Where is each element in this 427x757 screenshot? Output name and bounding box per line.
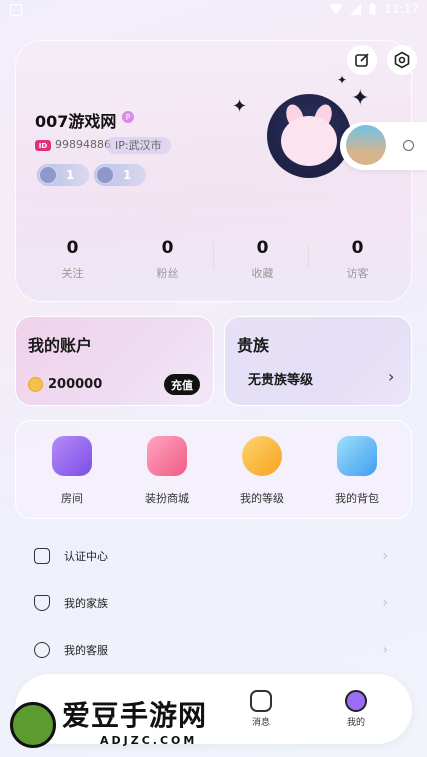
edit-icon <box>355 53 369 67</box>
charm-badge-value: 1 <box>123 168 132 182</box>
edit-profile-button[interactable] <box>347 45 377 75</box>
message-icon <box>250 690 272 712</box>
noble-card[interactable] <box>224 316 412 406</box>
menu-label: 认证中心 <box>64 550 108 563</box>
feature-label: 装扮商城 <box>145 492 189 505</box>
charm-badge[interactable]: 1 <box>94 164 146 186</box>
status-time: 11:17 <box>384 2 419 16</box>
notification-icon <box>10 4 22 16</box>
star-badge-icon <box>242 436 282 476</box>
status-bar: 11:17 <box>0 0 427 20</box>
stat-value: 0 <box>66 238 79 258</box>
menu-item-support[interactable]: 我的客服 › <box>34 638 394 662</box>
watermark-subtitle: ADJZC.COM <box>100 734 198 747</box>
settings-button[interactable] <box>387 45 417 75</box>
menu-item-family[interactable]: 我的家族 › <box>34 591 394 615</box>
chevron-right-icon: › <box>382 548 388 564</box>
charm-badge-icon <box>95 165 115 185</box>
sparkle-icon: ✦ <box>351 86 370 111</box>
stat-label: 粉丝 <box>156 267 179 280</box>
vip-icon: P <box>122 111 134 123</box>
power-icon[interactable] <box>403 140 414 151</box>
verification-icon <box>34 548 50 564</box>
account-title: 我的账户 <box>28 336 93 355</box>
tab-mine[interactable]: 我的 <box>331 690 381 728</box>
recharge-button[interactable]: 充值 <box>164 374 200 395</box>
stat-visitors[interactable]: 0 访客 <box>310 238 405 281</box>
gear-icon <box>394 51 410 69</box>
stat-following[interactable]: 0 关注 <box>25 238 120 281</box>
noble-title: 贵族 <box>237 336 270 355</box>
room-icon <box>52 436 92 476</box>
feature-shop[interactable]: 装扮商城 <box>132 430 202 506</box>
signal-icon <box>350 3 362 15</box>
feature-level[interactable]: 我的等级 <box>227 430 297 506</box>
id-tag: ID <box>35 140 51 151</box>
user-id: 99894886 <box>55 138 111 151</box>
stat-fans[interactable]: 0 粉丝 <box>120 238 215 281</box>
watermark-title: 爱豆手游网 <box>62 699 208 732</box>
shield-icon <box>34 595 50 611</box>
chevron-right-icon: › <box>388 367 395 386</box>
wifi-icon <box>330 3 343 14</box>
tab-label: 我的 <box>346 718 365 728</box>
stat-label: 访客 <box>346 267 369 280</box>
battery-icon <box>369 3 376 15</box>
avatar[interactable] <box>267 94 351 178</box>
chevron-right-icon: › <box>382 642 388 658</box>
stat-value: 0 <box>256 238 269 258</box>
floating-room-avatar[interactable] <box>346 125 386 165</box>
level-badge-icon <box>38 165 58 185</box>
divider <box>213 243 214 269</box>
stat-label: 关注 <box>61 267 84 280</box>
coin-balance: 200000 <box>48 377 103 392</box>
level-badge[interactable]: 1 <box>37 164 89 186</box>
sparkle-icon: ✦ <box>337 73 348 87</box>
menu-label: 我的家族 <box>64 597 108 610</box>
menu-item-verification[interactable]: 认证中心 › <box>34 544 394 568</box>
watermark: 爱豆手游网 ADJZC.COM <box>8 692 248 754</box>
stat-value: 0 <box>161 238 174 258</box>
menu-label: 我的客服 <box>64 644 108 657</box>
feature-backpack[interactable]: 我的背包 <box>322 430 392 506</box>
profile-icon <box>345 690 367 712</box>
stats-row: 0 关注 0 粉丝 0 收藏 0 访客 <box>25 238 405 281</box>
stat-favorites[interactable]: 0 收藏 <box>215 238 310 281</box>
stat-label: 收藏 <box>251 267 274 280</box>
feature-label: 房间 <box>61 492 83 505</box>
watermark-logo-icon <box>10 702 56 748</box>
shopping-bag-icon <box>147 436 187 476</box>
backpack-icon <box>337 436 377 476</box>
coin-icon <box>28 377 43 392</box>
username: 007游戏网 <box>35 112 117 131</box>
headset-icon <box>34 642 50 658</box>
ip-location: IP:武汉市 <box>106 137 171 154</box>
status-right: 11:17 <box>330 2 419 16</box>
feature-label: 我的背包 <box>335 492 379 505</box>
stat-value: 0 <box>351 238 364 258</box>
chevron-right-icon: › <box>382 595 388 611</box>
avatar-face <box>281 116 337 166</box>
noble-level: 无贵族等级 <box>248 373 314 388</box>
divider <box>308 243 309 269</box>
sparkle-icon: ✦ <box>232 96 248 117</box>
feature-label: 我的等级 <box>240 492 284 505</box>
level-badge-value: 1 <box>66 168 75 182</box>
feature-room[interactable]: 房间 <box>37 430 107 506</box>
